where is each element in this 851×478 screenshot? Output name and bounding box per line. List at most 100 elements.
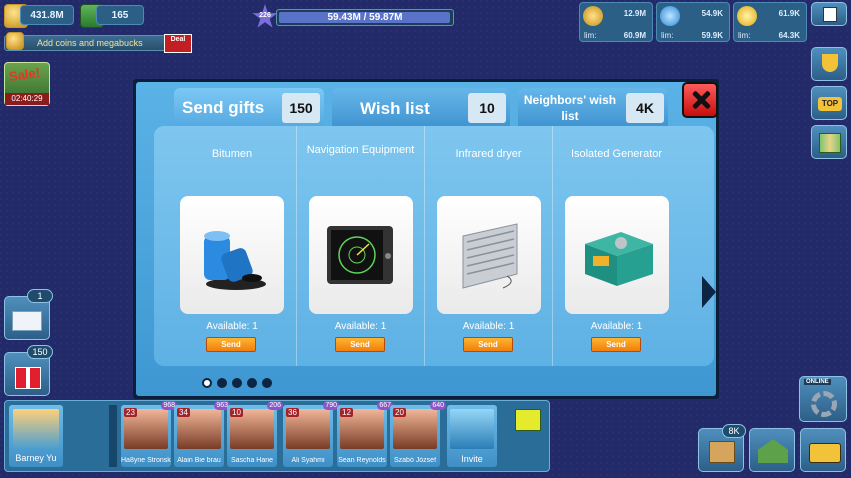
friend-name: Alain Bie brau [177, 457, 221, 464]
page-dot[interactable] [247, 378, 257, 388]
invite-label: Invite [461, 454, 483, 464]
gift-box-icon [15, 367, 41, 389]
gift-item-availability: Available: 1 [590, 321, 643, 332]
friend-name: Szabó József [393, 457, 437, 464]
megabucks-value: 165 [111, 9, 129, 21]
my-profile[interactable]: Barney Yu [9, 405, 63, 467]
achievements-button[interactable] [811, 47, 847, 81]
bitumen-barrels-icon [204, 231, 266, 290]
bulldozer-icon [809, 443, 841, 463]
invite-avatar-icon [450, 409, 494, 449]
envelope-icon [12, 311, 42, 331]
energy-stat[interactable]: 61.9K lim: 64.3K [733, 2, 807, 42]
coins-value: 431.8M [30, 9, 64, 21]
gift-items-area: Bitumen Available: 1 Send Navigation Equ… [154, 126, 716, 366]
generator-icon [585, 232, 653, 286]
notepad-icon [823, 7, 837, 22]
radiator-icon [462, 223, 518, 289]
close-button[interactable] [682, 82, 718, 118]
friend-slot[interactable]: 12 667 Sean Reynolds [337, 401, 393, 467]
friend-name: Ha8yne Stronskin [121, 457, 171, 464]
friend-slot[interactable]: 23 968 Ha8yne Stronskin [121, 401, 177, 467]
send-button[interactable]: Send [335, 337, 385, 352]
water-stat[interactable]: 54.9K lim: 59.9K [656, 2, 730, 42]
experience-bar: 59.43M / 59.87M [276, 9, 454, 26]
friend-slot[interactable]: 20 640 Szabó József [390, 401, 446, 467]
send-button[interactable]: Send [206, 337, 256, 352]
friend-level: 23 [124, 408, 137, 417]
menu-button[interactable] [811, 2, 847, 26]
gift-item-availability: Available: 1 [206, 321, 258, 332]
tab-wish-list-label: Wish list [360, 99, 430, 118]
friend-name: Sean Reynolds [338, 457, 386, 464]
gift-item-name: Bitumen [211, 148, 253, 160]
megabucks-counter[interactable]: 165 [96, 5, 144, 25]
friend-badge: 206 [267, 401, 283, 410]
energy-value: 61.9K [778, 9, 800, 18]
online-label: ONLINE [804, 379, 831, 385]
gift-item-card[interactable] [309, 196, 413, 314]
friends-bar-divider [109, 405, 117, 467]
deal-badge[interactable]: Deal [164, 34, 192, 53]
crates-icon [709, 441, 735, 463]
page-dot[interactable] [232, 378, 242, 388]
friends-bar: Barney Yu 23 968 Ha8yne Stronskin 34 963… [4, 400, 550, 472]
friend-name: Sascha Hane [230, 457, 274, 464]
gifts-panel: Send gifts 150 Wish list 10 Neighbors' w… [136, 82, 718, 396]
gifts-button[interactable]: 150 [4, 345, 53, 396]
friend-level: 34 [177, 408, 190, 417]
friend-slot[interactable]: 10 206 Sascha Hane [227, 401, 283, 467]
online-button[interactable]: ONLINE [799, 376, 847, 422]
tab-neighbors-wish-list[interactable]: Neighbors' wish list 4K [518, 88, 668, 128]
send-button[interactable]: Send [591, 337, 641, 352]
next-page-arrow-icon[interactable] [702, 276, 716, 308]
send-gift-icon[interactable] [515, 409, 541, 431]
gift-item-availability: Available: 1 [462, 321, 515, 332]
tab-send-gifts[interactable]: Send gifts 150 [174, 88, 324, 128]
radar-screen-icon [327, 226, 393, 284]
house-icon [758, 439, 788, 463]
water-value: 54.9K [701, 9, 723, 18]
page-dot[interactable] [262, 378, 272, 388]
add-coins-label: Add coins and megabucks [37, 38, 143, 48]
gifts-dialog: Send gifts 150 Wish list 10 Neighbors' w… [133, 79, 719, 399]
map-button[interactable] [811, 125, 847, 159]
gift-item-card[interactable] [180, 196, 284, 314]
build-button[interactable] [749, 428, 795, 472]
water-limit-label: lim: [661, 31, 674, 40]
page-dot[interactable] [217, 378, 227, 388]
top-ratings-button[interactable]: TOP [811, 86, 847, 120]
gift-count-badge: 150 [27, 345, 53, 359]
population-value: 12.9M [623, 9, 646, 18]
water-limit: 59.9K [701, 31, 723, 40]
tab-send-gifts-label: Send gifts [182, 98, 265, 117]
coins-counter[interactable]: 431.8M [20, 5, 74, 25]
gift-item: Bitumen Available: 1 Send [168, 126, 296, 366]
sale-timer: 02:40:29 [5, 93, 49, 105]
level-value: 226 [259, 12, 271, 19]
mail-button[interactable]: 1 [4, 289, 53, 340]
gift-item-card[interactable] [565, 196, 669, 314]
tab-wish-list-count: 10 [468, 93, 506, 123]
top-icon: TOP [818, 97, 842, 111]
send-button[interactable]: Send [463, 337, 513, 352]
page-dot[interactable] [202, 378, 212, 388]
friend-slot[interactable]: 36 790 Ali Syahmi [283, 401, 339, 467]
invite-slot[interactable]: Invite [447, 405, 497, 467]
tab-wish-list[interactable]: Wish list 10 [332, 88, 510, 128]
energy-limit: 64.3K [778, 31, 800, 40]
my-name: Barney Yu [15, 453, 57, 463]
add-coins-icon [6, 32, 24, 50]
gift-item-card[interactable] [437, 196, 541, 314]
gift-item-name: Infrared dryer [455, 148, 522, 160]
construction-button[interactable] [800, 428, 846, 472]
friend-level: 20 [393, 408, 406, 417]
market-badge: 8K [722, 424, 746, 438]
add-coins-banner[interactable]: Add coins and megabucks [4, 35, 168, 51]
tab-send-gifts-count: 150 [282, 93, 320, 123]
population-stat[interactable]: 12.9M lim: 60.9M [579, 2, 653, 42]
friend-slot[interactable]: 34 963 Alain Bie brau [174, 401, 230, 467]
tab-neighbors-wish-list-count: 4K [626, 93, 664, 123]
sale-button[interactable]: Sale! 02:40:29 [4, 62, 50, 106]
mail-count-badge: 1 [27, 289, 53, 303]
